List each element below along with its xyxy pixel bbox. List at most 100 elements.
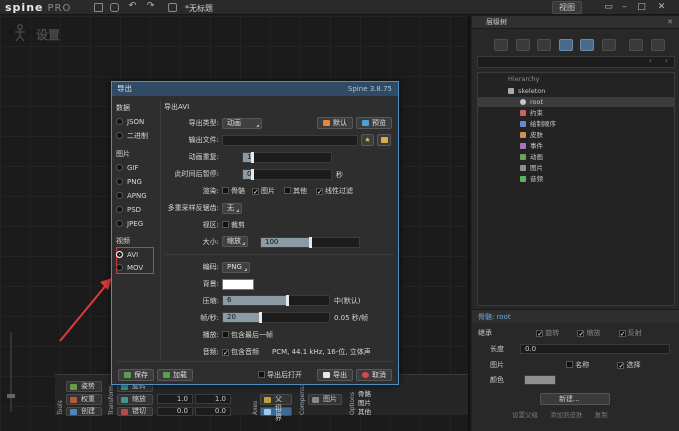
- filter-images-icon[interactable]: [580, 39, 595, 51]
- export-dialog: 导出 Spine 3.8.75 数据 JSON 二进制 图片 GIF PNG A…: [111, 81, 399, 385]
- save-settings-button[interactable]: 保存: [118, 369, 154, 381]
- tree-item-draw-order[interactable]: 绘制顺序: [478, 119, 674, 129]
- add-to-skin-button[interactable]: 添加到皮肤: [550, 411, 583, 419]
- tools-section-label: Tools: [57, 400, 64, 415]
- panel-close-icon[interactable]: ✕: [667, 16, 673, 29]
- format-avi-radio[interactable]: AVI: [116, 250, 138, 260]
- close-icon[interactable]: ✕: [656, 2, 667, 13]
- format-gif-radio[interactable]: GIF: [116, 163, 139, 173]
- maximize-icon[interactable]: □: [636, 2, 647, 13]
- app-logo: spine PRO: [5, 1, 72, 14]
- new-button[interactable]: 新建...: [540, 393, 610, 405]
- shear-tool-button[interactable]: 错切: [117, 407, 153, 416]
- render-images-checkbox[interactable]: ✓ 图片: [252, 186, 275, 196]
- filter-bones-icon[interactable]: [494, 39, 508, 51]
- length-field[interactable]: 0.0: [520, 344, 670, 354]
- tree-item-skins[interactable]: 皮肤: [478, 130, 674, 140]
- open-after-export-checkbox[interactable]: 导出后打开: [258, 370, 302, 380]
- background-color-swatch[interactable]: [222, 279, 254, 290]
- format-jpeg-radio[interactable]: JPEG: [116, 219, 143, 229]
- output-file-input[interactable]: [222, 135, 358, 146]
- filter-skins-icon[interactable]: [629, 39, 644, 51]
- pause-unit: 秒: [336, 171, 343, 179]
- redo-icon[interactable]: ↷: [145, 1, 156, 12]
- folder-icon[interactable]: [110, 3, 119, 12]
- compensate-images-button[interactable]: 图片: [308, 394, 342, 405]
- format-json-radio[interactable]: JSON: [116, 117, 144, 127]
- tree-item-animations[interactable]: 动画: [478, 152, 674, 162]
- filter-audio-icon[interactable]: [650, 39, 665, 51]
- tree-item-constraints[interactable]: 约束: [478, 108, 674, 118]
- tree-item-audio[interactable]: 音频: [478, 174, 674, 184]
- image-icon: [520, 165, 526, 171]
- fps-slider[interactable]: 20: [222, 312, 330, 323]
- shear-x-field[interactable]: 0.0: [157, 407, 193, 416]
- tree-item-root[interactable]: root: [478, 97, 674, 107]
- weights-tool-button[interactable]: 权重: [66, 394, 102, 405]
- hierarchy-search-input[interactable]: ‹ ›: [477, 56, 675, 68]
- undo-icon[interactable]: ↶: [127, 1, 138, 12]
- format-binary-radio[interactable]: 二进制: [116, 131, 148, 141]
- dialog-title-bar: 导出 Spine 3.8.75: [112, 82, 398, 96]
- scale-y-field[interactable]: 1.0: [195, 394, 231, 404]
- window-menu-icon[interactable]: ▭: [603, 2, 614, 13]
- filter-constraints-icon[interactable]: [558, 39, 573, 51]
- color-row: 颜色: [476, 374, 675, 386]
- cancel-button[interactable]: 取消: [356, 369, 392, 381]
- filter-attachments-icon[interactable]: [537, 39, 552, 51]
- tree-item-events[interactable]: 事件: [478, 141, 674, 151]
- scale-x-field[interactable]: 1.0: [157, 394, 193, 404]
- next-result-icon[interactable]: ›: [665, 56, 668, 65]
- scale-tool-button[interactable]: 缩放: [117, 394, 153, 405]
- parent-axes-button[interactable]: 父级: [260, 394, 292, 412]
- compression-slider[interactable]: 6: [222, 295, 330, 306]
- export-icon[interactable]: [168, 3, 177, 12]
- format-png-radio[interactable]: PNG: [116, 177, 142, 187]
- bone-properties-title: 骨骼: root: [472, 309, 679, 323]
- bone-color-swatch[interactable]: [524, 375, 556, 385]
- export-button[interactable]: 导出: [317, 369, 353, 381]
- codec-select[interactable]: PNG: [222, 262, 250, 273]
- multisample-select[interactable]: 无: [222, 203, 242, 214]
- load-settings-button[interactable]: 加载: [157, 369, 193, 381]
- pose-tool-button[interactable]: 姿势: [66, 381, 102, 392]
- size-mode-select[interactable]: 缩放: [222, 236, 248, 247]
- name-checkbox[interactable]: [566, 361, 574, 368]
- save-icon[interactable]: [94, 3, 103, 12]
- title-bar: spine PRO ↶ ↷ *无标题 视图 ▭ – □ ✕: [0, 0, 679, 15]
- crop-checkbox[interactable]: 裁剪: [222, 220, 245, 230]
- render-others-checkbox[interactable]: 其他: [284, 186, 307, 196]
- minimize-icon[interactable]: –: [619, 2, 630, 13]
- default-button[interactable]: 默认: [317, 117, 353, 129]
- tree-item-images[interactable]: 图片: [478, 163, 674, 173]
- create-tool-button[interactable]: 创建: [66, 407, 102, 416]
- set-parent-button[interactable]: 设置父级: [512, 411, 538, 419]
- export-type-select[interactable]: 动画: [222, 118, 262, 129]
- pause-slider[interactable]: 0: [242, 169, 332, 180]
- view-menu-button[interactable]: 视图: [552, 1, 582, 14]
- tree-item-skeleton[interactable]: skeleton: [478, 86, 674, 96]
- select-checkbox[interactable]: ✓: [617, 362, 625, 370]
- zoom-slider[interactable]: [6, 332, 16, 422]
- duplicate-button[interactable]: 复制: [595, 411, 608, 419]
- include-audio-checkbox[interactable]: ✓ 包含音频: [222, 347, 259, 357]
- length-row: 长度 0.0: [476, 343, 675, 355]
- size-slider[interactable]: 100: [260, 237, 360, 248]
- preview-button[interactable]: 预览: [356, 117, 392, 129]
- setup-mode-icon: [15, 24, 25, 42]
- render-bones-checkbox[interactable]: 骨骼: [222, 186, 245, 196]
- hierarchy-header: Hierarchy: [508, 75, 540, 83]
- include-last-frame-checkbox[interactable]: 包含最后一帧: [222, 330, 273, 340]
- format-apng-radio[interactable]: APNG: [116, 191, 147, 201]
- filter-slots-icon[interactable]: [515, 39, 530, 51]
- previous-result-icon[interactable]: ‹: [649, 56, 652, 65]
- linear-filter-checkbox[interactable]: ✓ 线性过滤: [316, 186, 353, 196]
- format-mov-radio[interactable]: MOV: [116, 263, 143, 273]
- favorite-star-icon[interactable]: ★: [361, 134, 374, 146]
- format-psd-radio[interactable]: PSD: [116, 205, 141, 215]
- world-axes-button[interactable]: 世界: [260, 407, 292, 422]
- shear-y-field[interactable]: 0.0: [195, 407, 231, 416]
- filter-events-icon[interactable]: [601, 39, 616, 51]
- browse-folder-icon[interactable]: [377, 134, 391, 146]
- repeat-slider[interactable]: 1: [242, 152, 332, 163]
